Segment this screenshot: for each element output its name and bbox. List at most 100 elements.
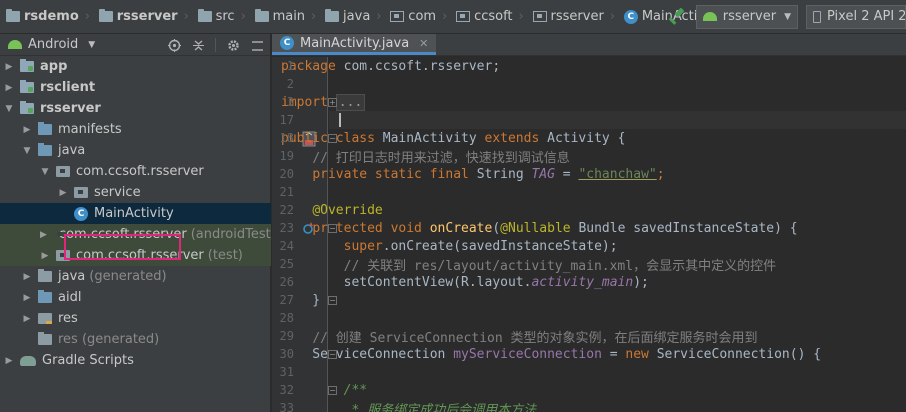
line-number: 17 [279,113,294,127]
folder-icon [197,9,212,22]
code-line[interactable]: // 创建 ServiceConnection 类型的对象实例，在后面绑定服务时… [272,327,849,346]
chevron-down-icon[interactable]: ▼ [88,40,95,50]
line-number: 29 [279,329,294,343]
breadcrumb-item[interactable]: com [384,0,442,33]
fold-expand-icon[interactable]: + [328,98,337,107]
chevron-right-icon: › [609,9,616,24]
code-token: onCreate(savedInstanceState); [390,238,618,254]
chevron-right-icon: › [183,9,189,24]
module-icon [20,59,34,72]
code-editor[interactable]: package com.ccsoft.rsserver; import ... pu… [272,57,906,412]
tree-item-label: res (generated) [58,332,160,347]
code-line[interactable]: public class MainActivity extends Activi… [272,129,849,147]
expanded-arrow-icon[interactable]: ▼ [22,146,32,156]
tree-item[interactable]: ▶ app [0,56,271,77]
collapsed-arrow-icon[interactable]: ▶ [4,62,14,72]
package-icon [456,11,471,22]
gear-icon[interactable] [226,38,240,52]
code-line[interactable]: setContentView(R.layout. activity_main); [272,273,849,291]
code-token: private static final [312,166,477,182]
tree-item[interactable]: ▼ rsserver [0,98,271,119]
collapsed-arrow-icon[interactable]: ▶ [4,356,14,366]
code-line[interactable]: * 服务绑定成功后会调用本方法 [272,399,849,412]
tree-item[interactable]: ▶ service [0,182,271,203]
collapse-icon[interactable] [191,38,205,52]
tree-item[interactable]: ▶ java (generated) [0,266,271,287]
tree-item[interactable]: ▼ com.ccsoft.rsserver [0,161,271,182]
target-icon[interactable] [167,38,181,52]
tree-item[interactable]: ▶ aidl [0,287,271,308]
breadcrumb-item[interactable]: main [249,0,311,33]
run-config-label: rsserver [722,9,777,24]
code-line[interactable]: @Override [272,201,849,219]
code-token: onCreate [429,220,493,236]
fold-collapse-icon[interactable]: − [328,386,337,395]
run-config-select[interactable]: rsserver ▼ [695,4,798,29]
breadcrumb-item[interactable]: rsdemo [0,0,85,33]
collapsed-arrow-icon[interactable]: ▶ [4,83,14,93]
breadcrumb: rsdemo › rsserver › src › main › java › com › ccsoft… [0,0,727,33]
code-line[interactable]: import ... [272,93,849,111]
code-line[interactable]: super. onCreate(savedInstanceState); [272,237,849,255]
android-icon [702,12,717,21]
tree-item[interactable]: ▶ Gradle Scripts [0,350,271,371]
navigation-bar: rsdemo › rsserver › src › main › java › com › ccsoft… [0,0,906,34]
code-token: com.ccsoft.rsserver; [343,58,501,74]
code-line[interactable]: } [272,291,849,309]
collapsed-arrow-icon[interactable]: ▶ [22,125,32,135]
collapsed-arrow-icon[interactable]: ▶ [22,314,32,324]
tree-item[interactable]: res (generated) [0,329,271,350]
tree-item[interactable]: ▶ com.ccsoft.rsserver (test) [0,245,271,266]
breadcrumb-item[interactable]: src [192,0,241,33]
code-line[interactable]: protected void onCreate(@Nullable Bundle… [272,219,849,237]
breadcrumb-item[interactable]: rsserver [93,0,184,33]
code-line[interactable] [272,183,849,201]
device-select[interactable]: Pixel 2 API 26 [806,4,906,29]
code-line[interactable]: package com.ccsoft.rsserver; [272,57,849,75]
fold-collapse-icon[interactable]: − [328,134,337,143]
class-icon: C [623,9,638,24]
fold-collapse-icon[interactable]: − [328,350,337,359]
class-icon: C [280,36,294,50]
collapsed-arrow-icon[interactable]: ▶ [22,293,32,303]
breadcrumb-item[interactable]: ccsoft [450,0,518,33]
collapsed-arrow-icon[interactable]: ▶ [22,272,32,282]
expanded-arrow-icon[interactable]: ▼ [40,167,50,177]
hammer-icon[interactable] [666,6,688,28]
fold-collapse-icon[interactable]: − [328,224,337,233]
collapsed-arrow-icon[interactable]: ▶ [40,230,47,240]
tree-item[interactable]: ▼ java [0,140,271,161]
tab-mainactivity[interactable]: C MainActivity.java ✕ [272,34,437,55]
code-line[interactable]: private static final String TAG = "chanc… [272,165,849,183]
code-line[interactable] [272,75,849,93]
toolbar-right: rsserver ▼ Pixel 2 API 26 [666,0,906,33]
breadcrumb-item[interactable]: java [319,0,376,33]
code-line[interactable] [272,363,849,381]
expanded-arrow-icon[interactable]: ▼ [4,104,14,114]
fold-collapse-icon[interactable]: − [328,296,337,305]
chevron-down-icon: ▼ [784,11,791,22]
tree-item-label: aidl [58,290,82,305]
folded-code-placeholder[interactable]: ... [335,93,366,111]
code-token: * 服务绑定成功后会调用本方法 [351,402,537,412]
collapsed-arrow-icon[interactable]: ▶ [58,188,68,198]
project-view-selector[interactable]: Android [28,37,78,52]
collapsed-arrow-icon[interactable]: ▶ [40,251,50,261]
module-icon [98,9,113,22]
code-line[interactable]: ServiceConnection myServiceConnection = … [272,345,849,363]
breadcrumb-label: rsdemo [24,9,79,24]
hide-icon[interactable] [250,38,264,52]
chevron-right-icon: › [84,9,90,24]
code-line[interactable]: // 关联到 res/layout/activity_main.xml，会显示其… [272,255,849,274]
tree-item[interactable]: ▶ com.ccsoft.rsserver (androidTest) [0,224,276,245]
tree-item[interactable]: ▶ rsclient [0,77,271,98]
code-line[interactable]: /** [272,381,849,399]
code-line[interactable]: // 打印日志时用来过滤，快速找到调试信息 [272,147,849,166]
tree-item[interactable]: C MainActivity [0,203,271,224]
code-line[interactable] [272,309,849,327]
code-line[interactable] [272,111,849,129]
breadcrumb-item[interactable]: rsserver [527,0,610,33]
tree-item[interactable]: ▶ res [0,308,271,329]
close-icon[interactable]: ✕ [419,37,428,50]
tree-item[interactable]: ▶ manifests [0,119,271,140]
